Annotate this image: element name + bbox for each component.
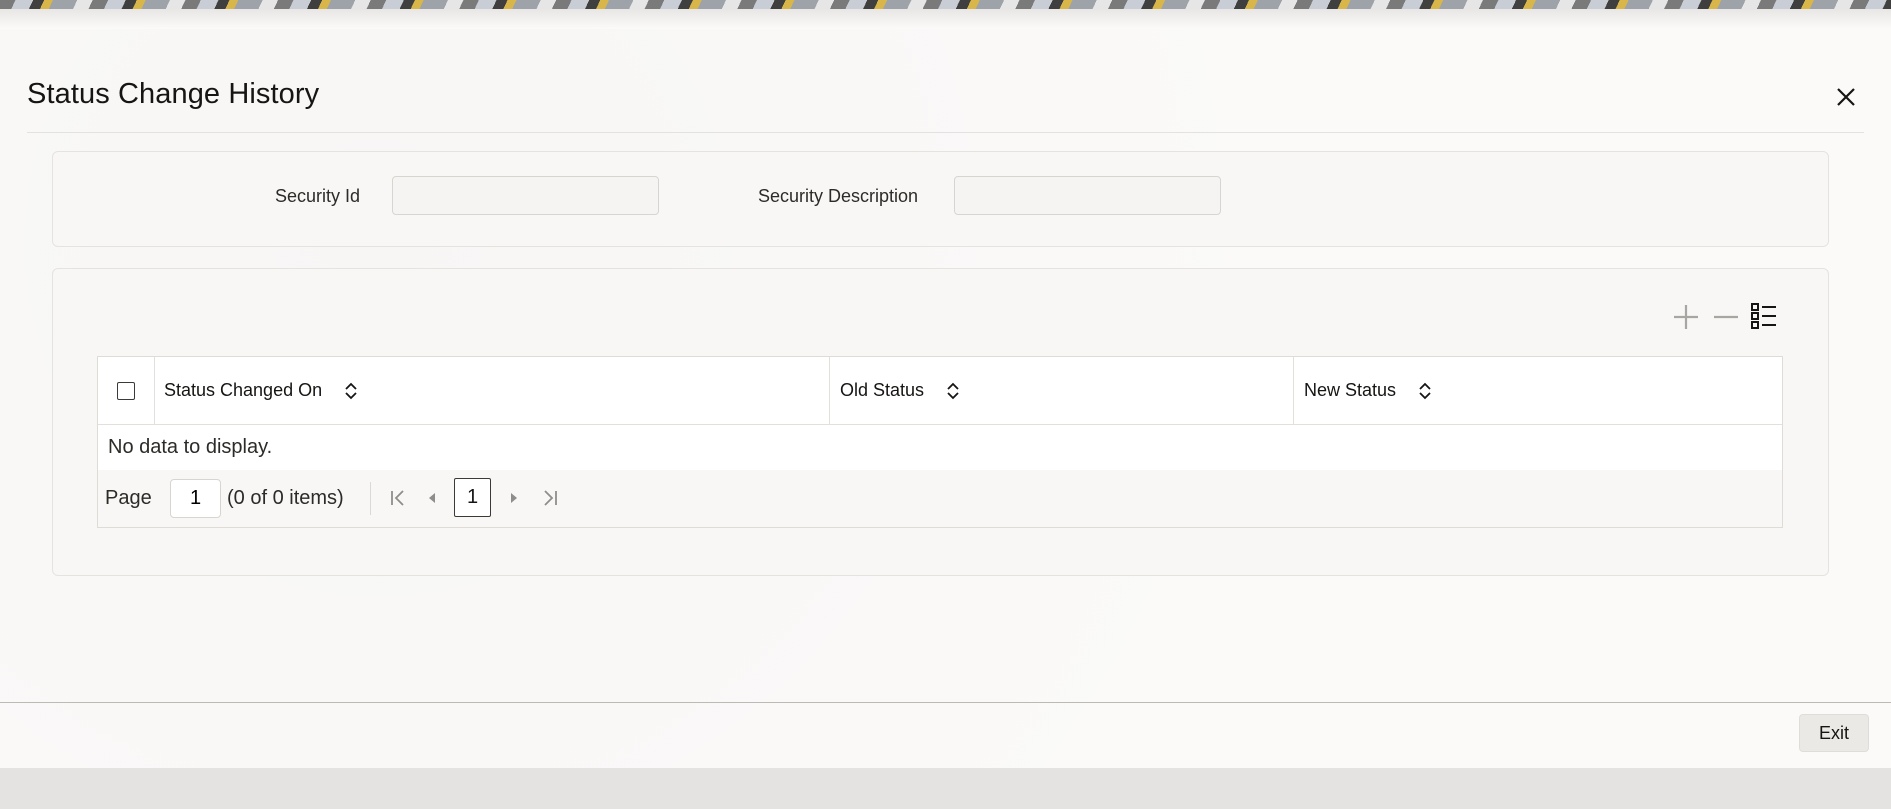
delete-row-button[interactable] xyxy=(1711,302,1741,332)
add-row-icon xyxy=(1674,305,1698,329)
previous-page-icon xyxy=(429,493,435,503)
current-page-button[interactable]: 1 xyxy=(454,478,491,517)
single-record-view-button[interactable] xyxy=(1749,300,1779,332)
security-id-label: Security Id xyxy=(275,186,361,206)
empty-table-message: No data to display. xyxy=(108,436,273,458)
sort-icon[interactable] xyxy=(344,382,358,400)
banner-fade xyxy=(0,9,1891,29)
pager-separator xyxy=(370,482,371,515)
column-header-old-status[interactable]: Old Status xyxy=(830,357,1294,424)
last-page-icon xyxy=(544,490,557,506)
first-page-icon xyxy=(391,490,404,506)
sort-icon[interactable] xyxy=(1418,382,1432,400)
last-page-button[interactable] xyxy=(536,484,564,512)
delete-row-icon xyxy=(1714,315,1738,319)
column-label: New Status xyxy=(1304,380,1397,400)
close-button[interactable] xyxy=(1829,80,1863,114)
single-record-view-icon xyxy=(1751,303,1776,329)
security-id-input[interactable] xyxy=(392,176,659,215)
table-header: Status Changed On Old Status New Status xyxy=(98,357,1782,425)
column-header-status-changed-on[interactable]: Status Changed On xyxy=(155,357,830,424)
next-page-button[interactable] xyxy=(500,484,528,512)
pagination-bar: Page (0 of 0 items) 1 xyxy=(98,470,1782,527)
previous-page-button[interactable] xyxy=(418,484,446,512)
header-divider xyxy=(27,132,1864,133)
status-history-table: Status Changed On Old Status New Status … xyxy=(97,356,1783,528)
decorative-banner xyxy=(0,0,1891,9)
footer-divider xyxy=(0,702,1891,703)
security-description-label: Security Description xyxy=(758,186,919,206)
status-change-history-dialog: Status Change History Security Id Securi… xyxy=(0,0,1891,809)
page-label: Page xyxy=(105,487,152,509)
select-all-checkbox[interactable] xyxy=(117,381,135,400)
first-page-button[interactable] xyxy=(384,484,412,512)
select-all-cell xyxy=(98,357,155,424)
sort-icon[interactable] xyxy=(946,382,960,400)
column-header-new-status[interactable]: New Status xyxy=(1294,357,1782,424)
column-label: Old Status xyxy=(840,380,925,400)
exit-button[interactable]: Exit xyxy=(1799,714,1869,752)
bottom-band xyxy=(0,768,1891,809)
close-icon xyxy=(1837,88,1855,106)
page-title: Status Change History xyxy=(27,78,320,110)
column-label: Status Changed On xyxy=(164,380,323,400)
security-description-input[interactable] xyxy=(954,176,1221,215)
page-number-input[interactable] xyxy=(170,479,221,518)
items-summary: (0 of 0 items) xyxy=(227,487,344,509)
add-row-button[interactable] xyxy=(1671,302,1701,332)
next-page-icon xyxy=(511,493,517,503)
